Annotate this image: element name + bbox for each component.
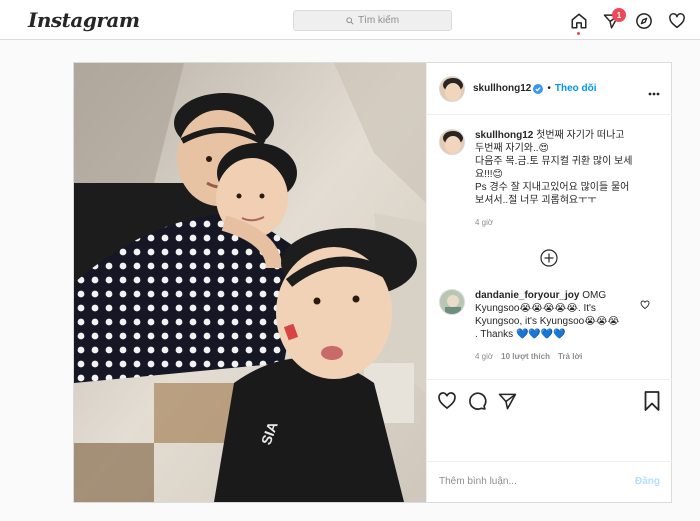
comment-timestamp[interactable]: 4 giờ — [475, 352, 493, 361]
caption-line: Ps 경수 잘 지내고있어요 많이들 물어 — [475, 182, 630, 193]
activity-heart-icon[interactable] — [667, 11, 687, 31]
follow-button[interactable]: Theo dõi — [555, 83, 597, 94]
explore-icon[interactable] — [634, 11, 654, 31]
caption-line: 첫번째 자기가 떠나고 — [536, 130, 625, 141]
verified-badge-icon — [533, 83, 544, 94]
caption-line: 다음주 목.금.토 뮤지컬 귀환 많이 보세 — [475, 156, 633, 167]
caption-username[interactable]: skullhong12 — [475, 130, 533, 141]
save-bookmark-icon[interactable] — [641, 390, 663, 412]
search-box[interactable]: Tìm kiếm — [293, 10, 452, 31]
separator-dot: • — [547, 83, 551, 94]
comment-reply-button[interactable]: Trả lời — [558, 352, 582, 361]
caption-line: 보셔서..절 너무 괴롭혀요ㅜㅜ — [475, 195, 597, 206]
home-icon[interactable] — [569, 11, 589, 31]
caption-line: 두번째 자기와..😍 — [475, 143, 549, 154]
search-icon — [346, 16, 354, 25]
like-heart-icon[interactable] — [436, 390, 458, 412]
caption-text: skullhong12 첫번째 자기가 떠나고 두번째 자기와..😍 다음주 목… — [475, 129, 665, 229]
post-header: skullhong12 • Theo dõi — [427, 63, 672, 115]
instagram-logo[interactable]: Instagram — [28, 8, 140, 32]
comment-text: dandanie_foryour_joy OMG Kyungsoo😭😭😭😭😭. … — [475, 289, 645, 341]
caption-line: 요!!!😊 — [475, 169, 503, 180]
top-nav: Instagram Tìm kiếm 1 — [0, 0, 700, 40]
post-side-panel: skullhong12 • Theo dõi skullhong12 첫번째 자… — [426, 63, 672, 502]
comment-like-heart-icon[interactable] — [640, 297, 650, 315]
comment-bubble-icon[interactable] — [466, 390, 488, 412]
post-card: SIA skullhong12 • Theo dõi skullhong12 첫… — [73, 62, 672, 503]
home-active-dot — [577, 32, 580, 35]
commenter-avatar[interactable] — [439, 289, 465, 315]
comment-line: Kyungsoo😭😭😭😭😭. It's — [475, 303, 596, 314]
post-photo[interactable]: SIA — [74, 63, 426, 502]
share-icon[interactable] — [496, 390, 518, 412]
author-avatar[interactable] — [439, 76, 465, 102]
comment-line: . Thanks 💙💙💙💙 — [475, 329, 566, 340]
caption-timestamp[interactable]: 4 giờ — [475, 216, 665, 229]
notification-badge: 1 — [612, 8, 626, 22]
comment-line: OMG — [582, 290, 607, 301]
comment-likes[interactable]: 10 lượt thích — [501, 352, 550, 361]
add-comment-bar: Thêm bình luận... Đăng — [427, 461, 672, 502]
commenter-username[interactable]: dandanie_foryour_joy — [475, 290, 579, 301]
search-placeholder: Tìm kiếm — [357, 15, 400, 26]
caption-avatar[interactable] — [439, 129, 465, 155]
post-actions — [427, 379, 672, 421]
comment-meta: 4 giờ 10 lượt thích Trả lời — [475, 352, 582, 361]
load-more-comments-icon[interactable] — [540, 249, 558, 267]
post-comment-button[interactable]: Đăng — [635, 476, 660, 487]
add-comment-input[interactable]: Thêm bình luận... — [439, 476, 517, 487]
more-options-icon[interactable] — [648, 83, 660, 101]
comment-line: Kyungsoo, it's Kyungsoo😭😭😭 — [475, 316, 620, 327]
author-username[interactable]: skullhong12 — [473, 83, 531, 94]
